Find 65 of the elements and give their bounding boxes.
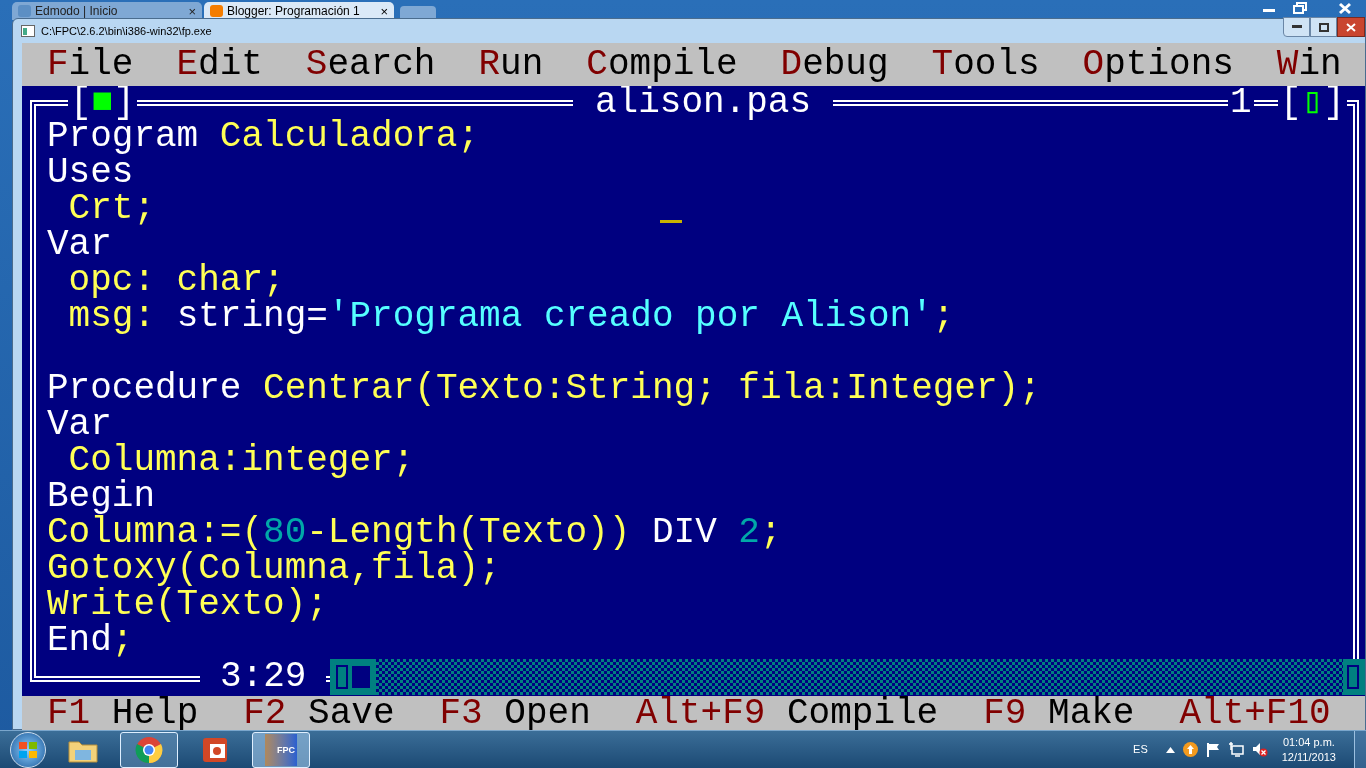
presentation-icon — [201, 735, 229, 764]
fpc-icon: FPC — [265, 733, 297, 766]
code-line: Var — [47, 407, 112, 443]
console-icon — [21, 25, 35, 37]
menu-item[interactable]: Search — [305, 46, 436, 83]
taskbar-button[interactable] — [120, 731, 178, 768]
clock-date: 12/11/2013 — [1281, 749, 1336, 765]
code-line: Program Calculadora; — [47, 119, 480, 155]
text-cursor — [660, 220, 682, 223]
close-button[interactable]: [■] — [68, 86, 137, 119]
taskbar-button[interactable]: FPC — [252, 731, 310, 768]
window-title: C:\FPC\2.6.2\bin\i386-win32\fp.exe — [41, 23, 212, 39]
menu-item[interactable]: Options — [1082, 46, 1234, 83]
site-icon — [18, 5, 31, 17]
site-icon — [210, 5, 223, 17]
code-line: msg: string='Programa creado por Alison'; — [67, 299, 955, 335]
status-item[interactable]: F3 Open — [439, 696, 591, 731]
close-icon — [1346, 22, 1356, 32]
menu-item[interactable]: Debug — [780, 46, 889, 83]
start-button[interactable] — [10, 731, 46, 768]
tab-title: Edmodo | Inicio — [35, 3, 119, 20]
show-hidden-icons[interactable] — [1165, 746, 1175, 753]
menu-item[interactable]: Win — [1276, 46, 1342, 83]
status-item[interactable]: F2 Save — [243, 696, 395, 731]
menu-item[interactable]: Run — [478, 46, 544, 83]
code-line: Begin — [47, 479, 156, 515]
windows-logo-icon — [19, 741, 37, 758]
clock[interactable]: 01:04 p.m. 12/11/2013 — [1281, 734, 1336, 765]
status-item[interactable]: F1 Help — [47, 696, 199, 731]
code-line: Procedure Centrar(Texto:String; fila:Integer); — [47, 371, 1041, 407]
menu-item[interactable]: Tools — [931, 46, 1040, 83]
code-line: End; — [47, 623, 134, 659]
close-button[interactable] — [1337, 17, 1365, 37]
restore-icon[interactable] — [1290, 0, 1310, 16]
close-icon[interactable]: × — [188, 4, 196, 18]
code-line: Write(Texto); — [47, 587, 328, 623]
code-line: Gotoxy(Columna,fila); — [47, 551, 501, 587]
code-line: Var — [47, 227, 112, 263]
flag-icon[interactable] — [1205, 742, 1220, 757]
code-line: Uses — [47, 155, 134, 191]
status-item[interactable]: Alt+F10 — [1179, 696, 1331, 731]
muted-speaker-icon[interactable] — [1251, 742, 1268, 757]
maximize-icon — [1318, 22, 1329, 32]
network-icon[interactable] — [1227, 742, 1244, 757]
code-line: Crt; — [67, 191, 156, 227]
tab-title: Blogger: Programación 1 — [227, 3, 361, 20]
maximize-button[interactable] — [1310, 17, 1337, 37]
menu-item[interactable]: Edit — [176, 46, 263, 83]
code-line: Columna:=(80-Length(Texto)) DIV 2; — [47, 515, 782, 551]
browser-icon — [135, 735, 163, 764]
editor-title: alison.pas — [573, 86, 834, 119]
show-desktop-button[interactable] — [1354, 730, 1366, 768]
minimize-icon — [1291, 25, 1302, 29]
status-item[interactable]: F9 Make — [983, 696, 1135, 731]
code-line: Columna:integer; — [68, 443, 415, 479]
status-item[interactable]: Alt+F9 Compile — [635, 696, 939, 731]
update-icon[interactable] — [1182, 742, 1198, 757]
zoom-button[interactable]: [▯] — [1278, 86, 1347, 119]
menu-item[interactable]: File — [47, 46, 134, 83]
clock-time: 01:04 p.m. — [1282, 734, 1335, 750]
menu-item[interactable]: Compile — [586, 46, 738, 83]
language-indicator[interactable]: ES — [1133, 741, 1148, 758]
code-line: opc: char; — [67, 263, 285, 299]
minimize-button[interactable] — [1283, 17, 1310, 37]
close-icon[interactable]: × — [380, 4, 388, 18]
